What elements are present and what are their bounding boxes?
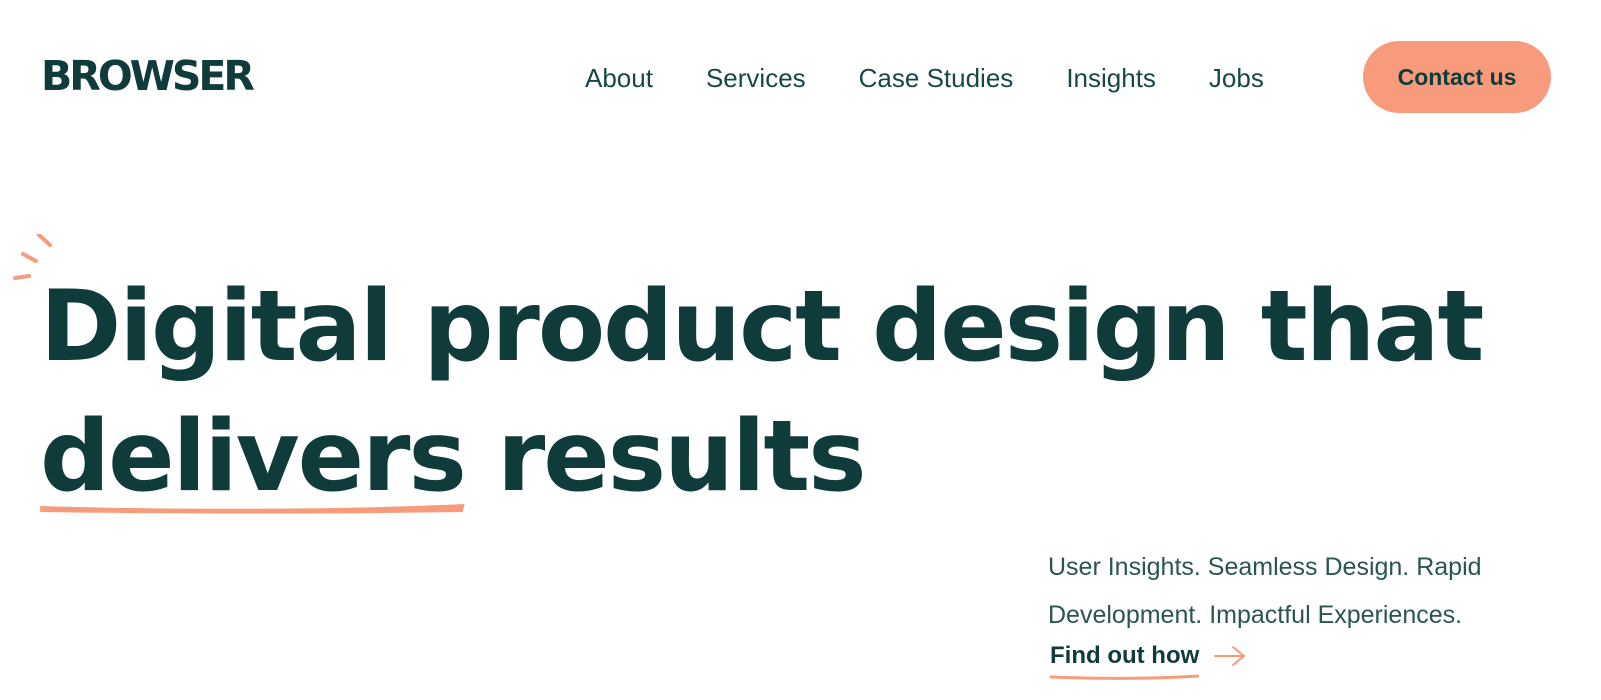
hero-headline: Digital product design that delivers res…: [40, 262, 1484, 522]
browser-logo[interactable]: BROWSER: [41, 52, 255, 100]
headline-highlight-text: delivers: [40, 400, 467, 514]
find-out-how-label: Find out how: [1050, 640, 1200, 680]
highlight-underline: [40, 504, 465, 514]
nav-item-about[interactable]: About: [585, 54, 653, 102]
main-nav: About Services Case Studies Insights Job…: [585, 54, 1317, 102]
contact-us-button[interactable]: Contact us: [1363, 41, 1551, 113]
find-out-how-text: Find out how: [1050, 642, 1200, 669]
hero-subtext: User Insights. Seamless Design. Rapid De…: [1048, 543, 1568, 639]
site-header: BROWSER About Services Case Studies Insi…: [0, 0, 1601, 156]
nav-item-insights[interactable]: Insights: [1066, 54, 1156, 102]
hero-subtext-line-2: Development. Impactful Experiences.: [1048, 601, 1463, 629]
find-out-how-link[interactable]: Find out how: [1050, 640, 1247, 680]
arrow-right-icon: [1214, 646, 1246, 666]
cta-underline: [1050, 674, 1200, 680]
headline-rest: results: [496, 400, 867, 514]
nav-item-jobs[interactable]: Jobs: [1209, 54, 1264, 102]
hero-subtext-line-1: User Insights. Seamless Design. Rapid: [1048, 553, 1482, 581]
nav-item-case-studies[interactable]: Case Studies: [859, 54, 1014, 102]
headline-line-1: Digital product design that: [40, 270, 1484, 384]
headline-line-2: delivers results: [40, 392, 1482, 522]
headline-highlight-word: delivers: [40, 392, 467, 522]
nav-item-services[interactable]: Services: [706, 54, 806, 102]
